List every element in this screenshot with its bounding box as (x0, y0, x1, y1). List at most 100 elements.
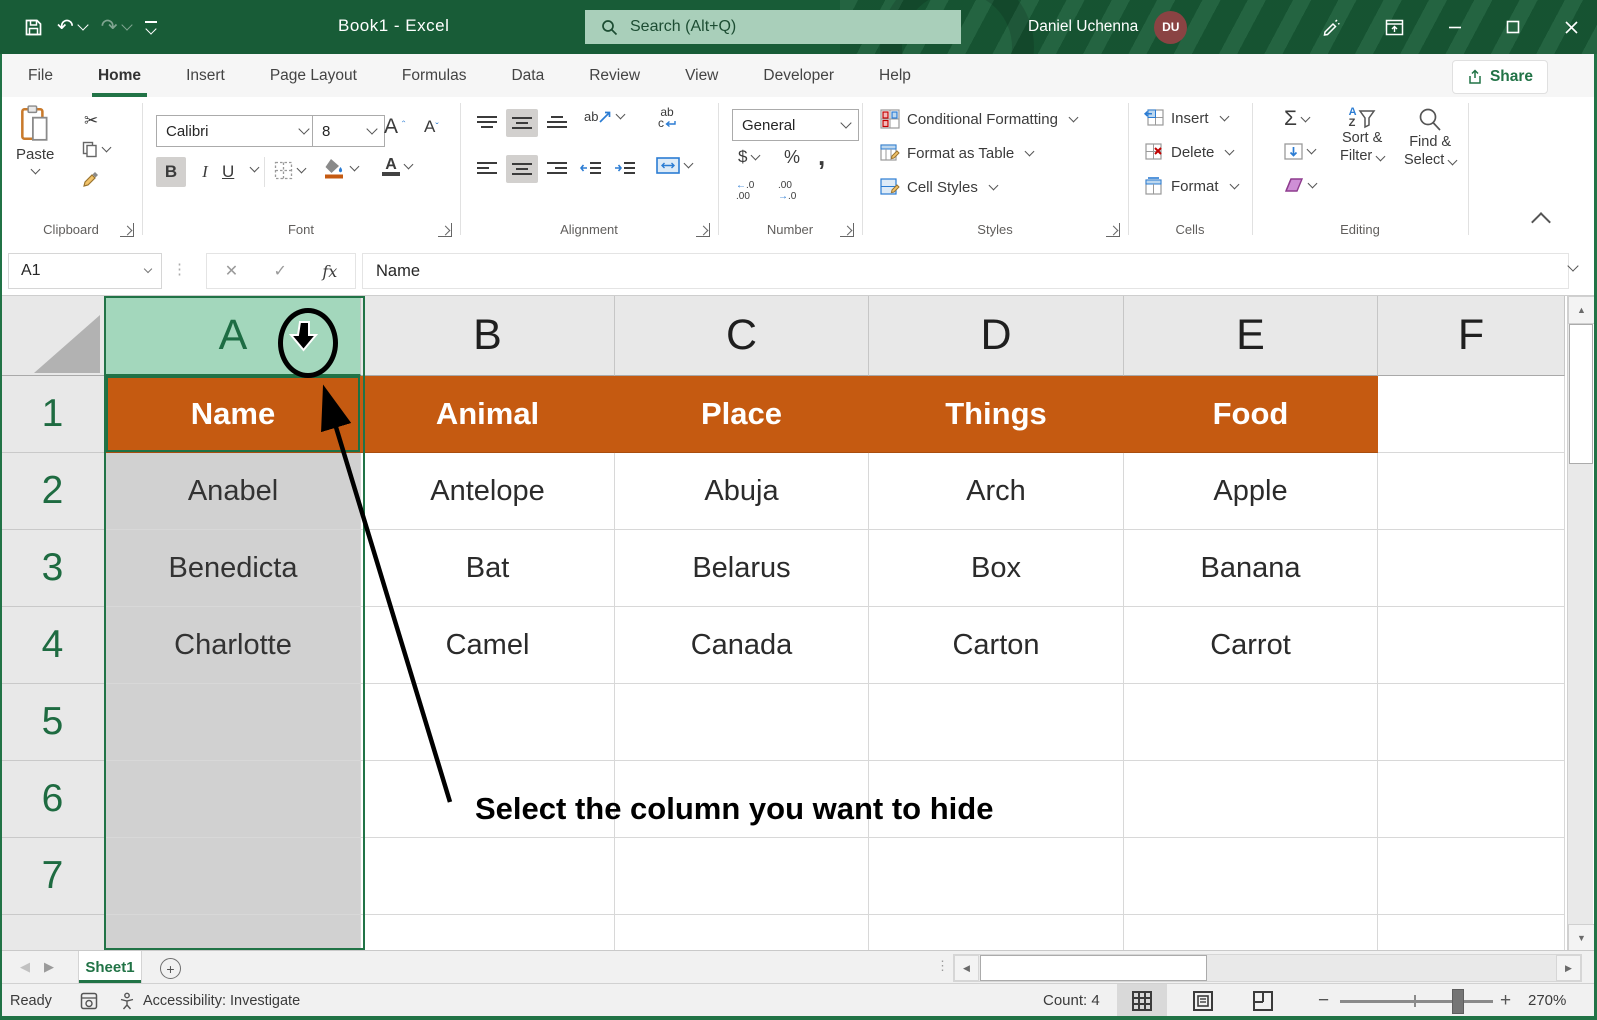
find-select-button[interactable]: Find & Select (1404, 107, 1458, 169)
ink-pen-icon[interactable] (1321, 17, 1341, 37)
clear-button[interactable] (1284, 177, 1318, 193)
copy-button[interactable] (82, 141, 112, 158)
row-header-5[interactable]: 5 (0, 684, 106, 761)
namebox-resize-handle[interactable]: ⋮ (172, 260, 187, 278)
top-align-button[interactable] (476, 115, 498, 129)
cell-B7[interactable] (361, 838, 615, 915)
scroll-right-icon[interactable]: ▶ (1556, 955, 1581, 981)
cell-D5[interactable] (869, 684, 1124, 761)
cell-B3[interactable]: Bat (361, 530, 615, 607)
cell-D3[interactable]: Box (869, 530, 1124, 607)
save-icon[interactable] (24, 18, 43, 37)
row-header-8[interactable] (0, 915, 106, 950)
bottom-align-button[interactable] (546, 115, 568, 129)
row-header-7[interactable]: 7 (0, 838, 106, 915)
new-sheet-icon[interactable]: + (160, 958, 181, 979)
cell-D7[interactable] (869, 838, 1124, 915)
cell-A7[interactable] (106, 838, 361, 915)
row-header-1[interactable]: 1 (0, 376, 106, 453)
tab-developer[interactable]: Developer (761, 54, 836, 97)
merge-center-button[interactable] (656, 157, 694, 174)
sheet-tab-sheet1[interactable]: Sheet1 (78, 951, 142, 983)
format-cells-button[interactable]: Format (1144, 177, 1239, 195)
tab-home[interactable]: Home (91, 54, 148, 97)
select-all-button[interactable] (0, 296, 106, 376)
conditional-formatting-button[interactable]: Conditional Formatting (880, 109, 1079, 129)
avatar[interactable]: DU (1154, 10, 1188, 44)
vertical-scrollbar-thumb[interactable] (1569, 324, 1593, 464)
percent-style-button[interactable]: % (784, 147, 800, 168)
comma-style-button[interactable]: , (818, 141, 825, 172)
cell-C8[interactable] (615, 915, 869, 950)
cell-A3[interactable]: Benedicta (106, 530, 361, 607)
prev-sheet-icon[interactable]: ◀ (20, 959, 30, 975)
scroll-up-icon[interactable]: ▲ (1568, 296, 1595, 324)
tab-view[interactable]: View (683, 54, 720, 97)
italic-button[interactable]: I (192, 157, 218, 187)
cell-D4[interactable]: Carton (869, 607, 1124, 684)
cell-E1[interactable]: Food (1124, 376, 1378, 453)
tab-data[interactable]: Data (509, 54, 546, 97)
macro-record-icon[interactable] (80, 984, 98, 1017)
cell-A2[interactable]: Anabel (106, 453, 361, 530)
cut-button[interactable]: ✂ (84, 111, 98, 131)
shrink-font-button[interactable]: Aˇ (424, 117, 439, 137)
accounting-format-button[interactable]: $ (738, 147, 761, 167)
autosum-button[interactable]: Σ (1284, 107, 1311, 131)
name-box[interactable]: A1 (8, 253, 162, 289)
cell-B4[interactable]: Camel (361, 607, 615, 684)
align-left-button[interactable] (476, 161, 498, 175)
normal-view-button[interactable] (1117, 984, 1167, 1017)
scroll-down-icon[interactable]: ▼ (1568, 924, 1595, 950)
share-button[interactable]: Share (1452, 60, 1548, 94)
cell-F8[interactable] (1378, 915, 1565, 950)
cell-E8[interactable] (1124, 915, 1378, 950)
accessibility-icon[interactable] (118, 984, 136, 1017)
alignment-dialog-launcher[interactable] (696, 223, 710, 237)
font-color-button[interactable]: A (382, 157, 414, 176)
horizontal-scrollbar-thumb[interactable] (980, 955, 1207, 981)
cell-F3[interactable] (1378, 530, 1565, 607)
tab-file[interactable]: File (26, 54, 55, 97)
insert-function-icon[interactable]: fx (322, 262, 337, 281)
tab-page-layout[interactable]: Page Layout (268, 54, 359, 97)
fill-color-button[interactable] (324, 157, 360, 179)
cell-A8[interactable] (106, 915, 361, 950)
align-right-button[interactable] (546, 161, 568, 175)
format-as-table-button[interactable]: Format as Table (880, 143, 1035, 163)
middle-align-button[interactable] (506, 109, 538, 137)
cell-D8[interactable] (869, 915, 1124, 950)
fill-button[interactable] (1284, 143, 1317, 160)
cancel-icon[interactable]: ✕ (225, 261, 238, 281)
number-format-select[interactable]: General (732, 109, 859, 141)
undo-button[interactable]: ↶ (57, 17, 89, 37)
cell-B8[interactable] (361, 915, 615, 950)
cell-C1[interactable]: Place (615, 376, 869, 453)
tab-help[interactable]: Help (877, 54, 913, 97)
tab-formulas[interactable]: Formulas (400, 54, 469, 97)
zoom-out-icon[interactable]: − (1318, 984, 1329, 1017)
cell-E5[interactable] (1124, 684, 1378, 761)
cell-A6[interactable] (106, 761, 361, 838)
accessibility-status[interactable]: Accessibility: Investigate (143, 984, 300, 1017)
decrease-indent-button[interactable] (580, 161, 602, 175)
cell-F5[interactable] (1378, 684, 1565, 761)
cell-A4[interactable]: Charlotte (106, 607, 361, 684)
grow-font-button[interactable]: A ＾ (384, 115, 409, 139)
sort-filter-button[interactable]: AZ Sort & Filter (1340, 107, 1386, 165)
cell-E2[interactable]: Apple (1124, 453, 1378, 530)
paste-button[interactable]: Paste (16, 105, 54, 175)
zoom-slider-thumb[interactable] (1452, 989, 1464, 1014)
cell-D1[interactable]: Things (869, 376, 1124, 453)
delete-cells-button[interactable]: Delete (1144, 143, 1235, 161)
zoom-in-icon[interactable]: + (1500, 984, 1511, 1017)
scroll-left-icon[interactable]: ◀ (954, 955, 979, 981)
row-header-6[interactable]: 6 (0, 761, 106, 838)
cell-E4[interactable]: Carrot (1124, 607, 1378, 684)
cell-C7[interactable] (615, 838, 869, 915)
row-header-3[interactable]: 3 (0, 530, 106, 607)
insert-cells-button[interactable]: Insert (1144, 109, 1229, 127)
orientation-button[interactable]: ab (584, 109, 626, 124)
cell-B1[interactable]: Animal (361, 376, 615, 453)
font-dialog-launcher[interactable] (438, 223, 452, 237)
